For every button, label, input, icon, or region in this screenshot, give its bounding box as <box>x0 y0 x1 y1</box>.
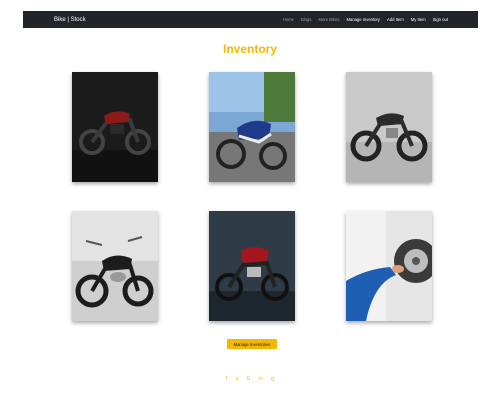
top-navbar: Bike | Stock Home Blogs More Bikes Manag… <box>23 11 478 28</box>
nav-link-home[interactable]: Home <box>283 17 294 22</box>
facebook-icon[interactable]: f <box>226 376 228 382</box>
motorcycle-photo-icon <box>72 211 158 321</box>
nav-link-my-item[interactable]: My Item <box>411 17 426 22</box>
inventory-card-2[interactable] <box>209 72 295 182</box>
brand-logo[interactable]: Bike | Stock <box>54 17 86 23</box>
manage-inventories-button[interactable]: Manage Inventories <box>227 339 277 349</box>
motorcycle-photo-icon <box>72 72 158 182</box>
nav-link-manage-inventory[interactable]: Manage Inventory <box>346 17 380 22</box>
motorcycle-photo-icon <box>209 72 295 182</box>
motorcycle-photo-icon <box>209 211 295 321</box>
linkedin-icon[interactable]: in <box>258 376 263 382</box>
inventory-card-6[interactable] <box>346 211 432 321</box>
nav-link-more-bikes[interactable]: More Bikes <box>318 17 339 22</box>
nav-link-add-item[interactable]: Add Item <box>387 17 404 22</box>
inventory-card-3[interactable] <box>346 72 432 182</box>
inventory-card-5[interactable] <box>209 211 295 321</box>
nav-link-blogs[interactable]: Blogs <box>301 17 311 22</box>
motorcycle-photo-icon <box>346 72 432 182</box>
twitter-icon[interactable]: y <box>236 376 239 382</box>
google-icon[interactable]: G <box>247 376 251 382</box>
social-links: f y G in g <box>0 376 500 382</box>
inventory-card-4[interactable] <box>72 211 158 321</box>
github-icon[interactable]: g <box>271 376 274 382</box>
nav-link-sign-out[interactable]: Sign out <box>433 17 448 22</box>
page-title: Inventory <box>222 42 277 56</box>
inventory-card-1[interactable] <box>72 72 158 182</box>
mechanic-photo-icon <box>346 211 432 321</box>
nav-links: Home Blogs More Bikes Manage Inventory A… <box>283 17 448 22</box>
